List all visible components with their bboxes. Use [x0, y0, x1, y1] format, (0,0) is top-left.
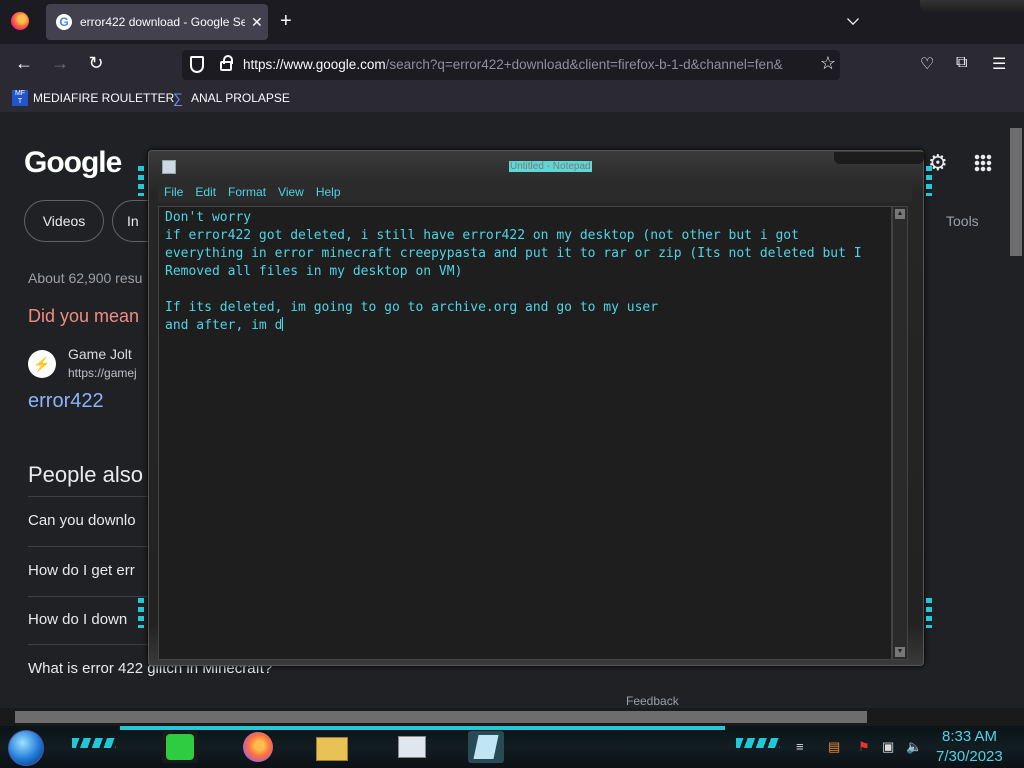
- forward-arrow-icon[interactable]: →: [48, 53, 72, 74]
- taskbar-accent-band: [120, 726, 725, 730]
- page-scrollbar-thumb[interactable]: [1010, 128, 1022, 256]
- menu-file[interactable]: File: [158, 182, 189, 202]
- hamburger-menu-icon[interactable]: ☰: [992, 54, 1006, 74]
- notepad-icon[interactable]: [162, 160, 176, 174]
- start-orb-button[interactable]: [8, 730, 44, 766]
- apps-grid-icon[interactable]: [974, 154, 992, 172]
- tab-title: error422 download - Google Se: [80, 15, 245, 29]
- editor-text[interactable]: Don't worry if error422 got deleted, i s…: [165, 210, 862, 333]
- horizontal-scrollbar[interactable]: [0, 708, 1024, 726]
- feedback-link[interactable]: Feedback: [626, 694, 679, 708]
- firefox-icon[interactable]: [240, 731, 276, 763]
- pocket-icon[interactable]: ♡: [920, 54, 934, 74]
- notes-app-icon[interactable]: [162, 731, 198, 763]
- notepad-titlebar[interactable]: Untitled - Notepad: [158, 152, 924, 178]
- taskbar: ≡ ▤ ⚑ ▣ 🔈 8:33 AM 7/30/2023: [0, 726, 1024, 768]
- result-site-name[interactable]: Game Jolt: [68, 346, 132, 362]
- text-caret: [282, 317, 284, 331]
- volume-icon[interactable]: 🔈: [906, 739, 922, 755]
- scroll-down-arrow-icon[interactable]: ▼: [895, 647, 905, 657]
- network-icon[interactable]: ▣: [882, 739, 894, 755]
- titlebar-notch-decoration: [834, 152, 924, 164]
- back-arrow-icon[interactable]: ←: [12, 53, 36, 74]
- tab-bar: G error422 download - Google Se ✕ +: [0, 0, 1024, 44]
- frame-glow-decoration: [926, 598, 932, 628]
- lock-icon[interactable]: [220, 55, 233, 71]
- clock-date[interactable]: 7/30/2023: [936, 748, 1003, 765]
- frame-glow-decoration: [138, 598, 144, 628]
- menu-format[interactable]: Format: [222, 182, 272, 202]
- firefox-logo-icon[interactable]: [11, 12, 29, 30]
- window-frame-decoration: [920, 0, 1024, 14]
- menu-help[interactable]: Help: [310, 182, 347, 202]
- bookmark-mediafire[interactable]: MF T MEDIAFIRE ROULETTER: [12, 90, 174, 106]
- result-title-link[interactable]: error422: [28, 390, 104, 413]
- did-you-mean[interactable]: Did you mean: [28, 306, 139, 327]
- close-tab-icon[interactable]: ✕: [251, 14, 263, 31]
- tracking-shield-icon[interactable]: [190, 56, 204, 73]
- notepad-menubar: File Edit Format View Help: [158, 182, 912, 202]
- nav-bar: ← → ↻ https://www.google.com/search?q=er…: [0, 44, 1024, 86]
- reload-icon[interactable]: ↻: [84, 53, 108, 74]
- editor-vertical-scrollbar[interactable]: ▲ ▼: [892, 206, 908, 660]
- window-title: Untitled - Notepad: [509, 161, 592, 172]
- horizontal-scrollbar-thumb[interactable]: [15, 711, 867, 723]
- text-editor-area[interactable]: Don't worry if error422 got deleted, i s…: [158, 206, 892, 660]
- sigma-bookmark-icon: ∑: [173, 90, 183, 106]
- bookmark-second[interactable]: ∑ ANAL PROLAPSE: [170, 90, 290, 106]
- result-url[interactable]: https://gamej: [68, 366, 137, 380]
- taskbar-decoration: [736, 738, 780, 748]
- mediafire-bookmark-icon: MF T: [12, 90, 28, 106]
- google-logo[interactable]: Google: [24, 146, 122, 180]
- frame-glow-decoration: [926, 166, 932, 196]
- taskbar-decoration: [72, 738, 116, 748]
- notepad-window: Untitled - Notepad File Edit Format View…: [138, 148, 932, 668]
- menu-edit[interactable]: Edit: [189, 182, 222, 202]
- action-center-flag-icon[interactable]: ⚑: [858, 739, 870, 755]
- task-manager-icon[interactable]: [394, 731, 430, 763]
- people-also-ask-heading: People also: [28, 462, 143, 487]
- clock-time[interactable]: 8:33 AM: [942, 728, 997, 745]
- url-text[interactable]: https://www.google.com/search?q=error422…: [243, 57, 813, 72]
- tab-active[interactable]: G error422 download - Google Se ✕: [46, 4, 268, 40]
- url-bar[interactable]: https://www.google.com/search?q=error422…: [182, 50, 840, 80]
- notepad-icon[interactable]: [468, 731, 504, 763]
- bookmarks-toolbar: MF T MEDIAFIRE ROULETTER ∑ ANAL PROLAPSE: [0, 86, 1024, 112]
- scroll-up-arrow-icon[interactable]: ▲: [895, 209, 905, 219]
- bookmark-star-icon[interactable]: ☆: [820, 53, 836, 74]
- results-count: About 62,900 resu: [28, 270, 143, 286]
- gamejolt-icon: ⚡: [28, 350, 56, 378]
- frame-glow-decoration: [138, 166, 144, 196]
- menu-view[interactable]: View: [272, 182, 310, 202]
- google-favicon-icon: G: [56, 14, 72, 30]
- bookmark-label: ANAL PROLAPSE: [191, 91, 290, 105]
- extensions-puzzle-icon[interactable]: ⧉: [956, 54, 967, 72]
- new-tab-plus-icon[interactable]: +: [280, 10, 292, 33]
- chip-videos[interactable]: Videos: [24, 200, 104, 242]
- tools-button[interactable]: Tools: [946, 213, 979, 229]
- tray-stack-icon[interactable]: ≡: [796, 739, 804, 754]
- file-explorer-icon[interactable]: [314, 731, 350, 763]
- chevron-down-icon[interactable]: [847, 13, 859, 25]
- tray-app-icon[interactable]: ▤: [828, 739, 840, 755]
- bookmark-label: MEDIAFIRE ROULETTER: [33, 91, 175, 105]
